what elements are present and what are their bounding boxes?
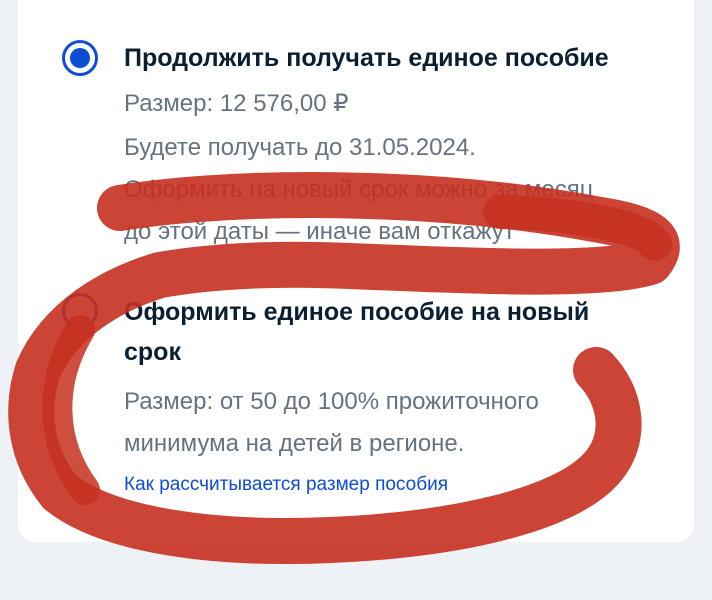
page: Продолжить получать единое пособие Разме… (0, 0, 712, 600)
option-continue-note-line1: Оформить на новый срок можно за месяц (124, 176, 594, 203)
radio-selected-dot (70, 48, 90, 68)
option-new-term-title-line2[interactable]: срок (124, 332, 181, 372)
option-continue-title[interactable]: Продолжить получать единое пособие (124, 38, 609, 78)
option-new-term-size-line2: минимума на детей в регионе. (124, 430, 465, 457)
radio-new-term[interactable] (62, 293, 98, 329)
option-continue-until: Будете получать до 31.05.2024. (124, 134, 476, 161)
radio-continue-benefit[interactable] (62, 40, 98, 76)
option-new-term-title-line1[interactable]: Оформить единое пособие на новый (124, 292, 589, 332)
how-size-calculated-link[interactable]: Как рассчитывается размер пособия (124, 470, 448, 500)
option-continue-size: Размер: 12 576,00 ₽ (124, 90, 349, 117)
option-continue-note-line2: до этой даты — иначе вам откажут (124, 218, 515, 245)
option-new-term-size-line1: Размер: от 50 до 100% прожиточного (124, 388, 539, 415)
